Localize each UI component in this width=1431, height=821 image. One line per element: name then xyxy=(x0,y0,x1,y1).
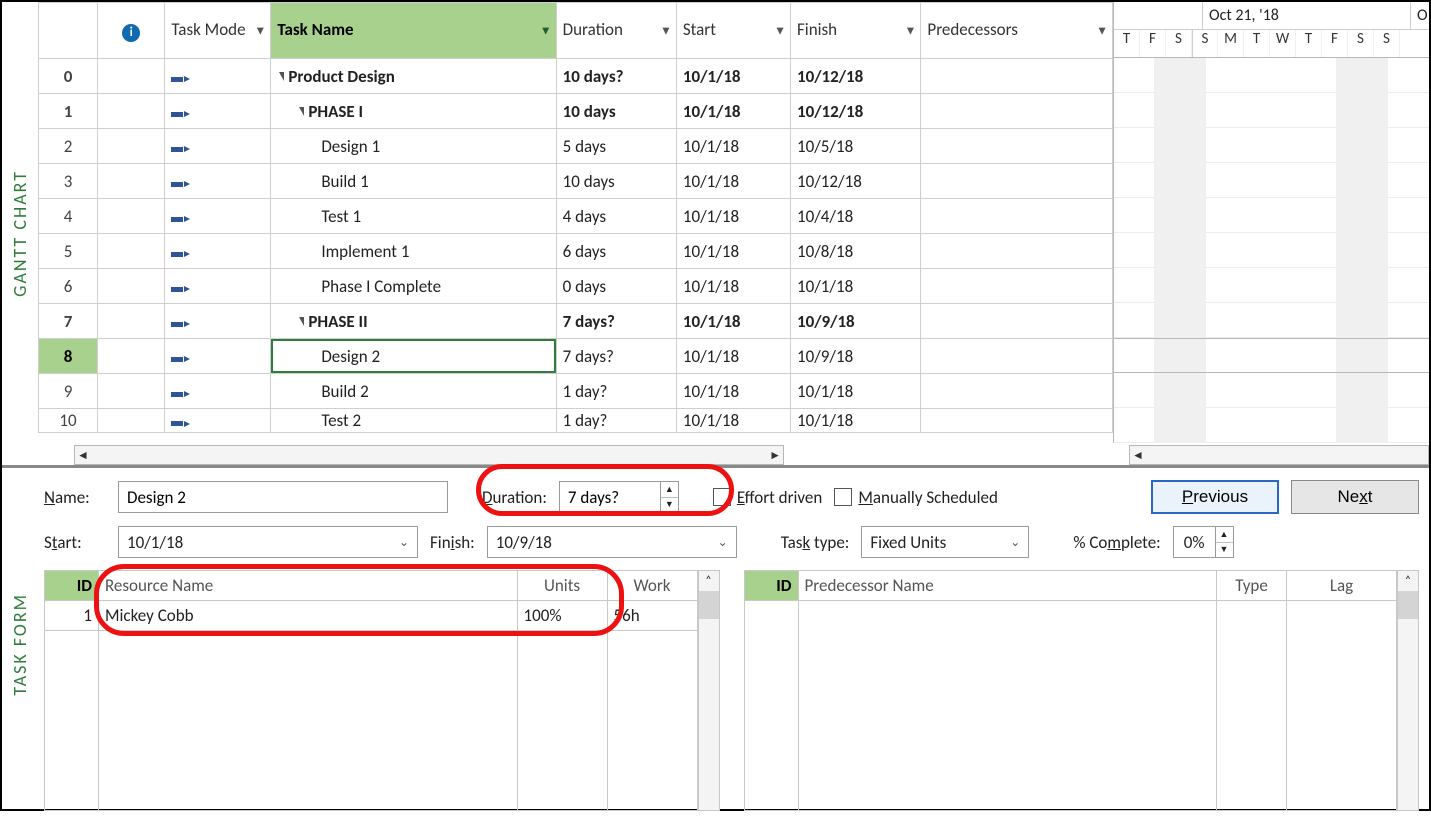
chevron-down-icon[interactable]: ⌄ xyxy=(718,535,728,550)
duration-input[interactable] xyxy=(560,487,660,508)
timeline-day: F xyxy=(1140,30,1166,57)
col-task-name[interactable]: Task Name ▼ xyxy=(271,3,556,59)
pred-col-id[interactable]: ID xyxy=(744,571,798,601)
chevron-down-icon[interactable]: ▼ xyxy=(774,23,786,38)
percent-complete-stepper[interactable]: 0% ▲ ▼ xyxy=(1173,526,1234,558)
table-row[interactable]: 2Design 15 days10/1/1810/5/18 xyxy=(39,129,1113,164)
table-row[interactable]: 9Build 21 day?10/1/1810/1/18 xyxy=(39,374,1113,409)
start-label: Start: xyxy=(44,532,106,553)
auto-schedule-icon xyxy=(171,111,190,117)
table-row[interactable]: 10Test 21 day?10/1/1810/1/18 xyxy=(39,409,1113,433)
table-row[interactable]: 0Product Design10 days?10/1/1810/12/18 xyxy=(39,59,1113,94)
resource-row[interactable]: 1 Mickey Cobb 100% 56h xyxy=(45,601,698,631)
table-row[interactable]: 3Build 110 days10/1/1810/12/18 xyxy=(39,164,1113,199)
timeline-day: S xyxy=(1348,30,1374,57)
res-col-name[interactable]: Resource Name xyxy=(99,571,518,601)
pred-col-type[interactable]: Type xyxy=(1217,571,1287,601)
resource-vscroll[interactable]: ˄ xyxy=(698,570,720,811)
predecessor-vscroll[interactable]: ˄ xyxy=(1397,570,1419,811)
chevron-down-icon[interactable]: ▼ xyxy=(905,23,917,38)
gantt-timeline[interactable]: Oct 21, '18 O TFSSMTWTFSS xyxy=(1113,2,1429,443)
chevron-down-icon[interactable]: ⌄ xyxy=(1010,535,1020,550)
col-duration[interactable]: Duration ▼ xyxy=(556,3,676,59)
timeline-day: T xyxy=(1114,30,1140,57)
task-form-pane-label: TASK FORM xyxy=(2,468,38,821)
name-label: Name: xyxy=(44,487,106,508)
table-row[interactable]: 1PHASE I10 days10/1/1810/12/18 xyxy=(39,94,1113,129)
chevron-down-icon[interactable]: ▼ xyxy=(660,23,672,38)
timeline-day: W xyxy=(1270,30,1296,57)
scroll-left-icon[interactable]: ◄ xyxy=(1132,448,1144,463)
timeline-hscroll[interactable]: ◄ xyxy=(1129,445,1429,465)
effort-driven-checkbox[interactable]: Effort driven xyxy=(713,487,822,508)
chevron-down-icon[interactable]: ⌄ xyxy=(399,535,409,550)
task-type-select[interactable]: Fixed Units ⌄ xyxy=(861,526,1029,558)
predecessor-table[interactable]: ID Predecessor Name Type Lag ˄ xyxy=(744,570,1420,811)
auto-schedule-icon xyxy=(171,76,190,82)
percent-complete-label: % Complete: xyxy=(1073,532,1160,553)
spin-up-icon[interactable]: ▲ xyxy=(661,482,678,498)
res-col-id[interactable]: ID xyxy=(45,571,99,601)
col-start[interactable]: Start ▼ xyxy=(676,3,790,59)
res-col-units[interactable]: Units xyxy=(517,571,607,601)
gantt-pane-label: GANTT CHART xyxy=(2,2,38,465)
table-row[interactable]: 5Implement 16 days10/1/1810/8/18 xyxy=(39,234,1113,269)
chevron-down-icon[interactable]: ▼ xyxy=(1096,23,1108,38)
auto-schedule-icon xyxy=(171,181,190,187)
pred-col-name[interactable]: Predecessor Name xyxy=(798,571,1217,601)
spin-up-icon[interactable]: ▲ xyxy=(1216,527,1233,543)
task-type-label: Task type: xyxy=(781,532,850,553)
timeline-day: F xyxy=(1322,30,1348,57)
col-rownum[interactable] xyxy=(39,3,98,59)
start-date-select[interactable]: 10/1/18 ⌄ xyxy=(118,526,418,558)
col-finish[interactable]: Finish ▼ xyxy=(790,3,920,59)
col-predecessors[interactable]: Predecessors ▼ xyxy=(921,3,1113,59)
auto-schedule-icon xyxy=(171,421,190,427)
manually-scheduled-checkbox[interactable]: Manually Scheduled xyxy=(834,487,998,508)
auto-schedule-icon xyxy=(171,286,190,292)
finish-label: Finish: xyxy=(430,532,475,553)
spin-down-icon[interactable]: ▼ xyxy=(1216,543,1233,558)
timeline-day: M xyxy=(1218,30,1244,57)
next-button[interactable]: Next xyxy=(1291,480,1419,514)
scroll-up-icon[interactable]: ˄ xyxy=(1398,571,1418,591)
table-row[interactable]: 4Test 14 days10/1/1810/4/18 xyxy=(39,199,1113,234)
scroll-right-icon[interactable]: ► xyxy=(769,448,781,463)
name-input[interactable] xyxy=(118,481,448,513)
duration-label: Duration: xyxy=(482,487,547,508)
previous-button[interactable]: Previous xyxy=(1151,480,1279,514)
timeline-day: T xyxy=(1296,30,1322,57)
auto-schedule-icon xyxy=(171,321,190,327)
duration-stepper[interactable]: ▲ ▼ xyxy=(559,481,679,513)
res-col-work[interactable]: Work xyxy=(607,571,697,601)
table-row[interactable]: 7PHASE II7 days?10/1/1810/9/18 xyxy=(39,304,1113,339)
auto-schedule-icon xyxy=(171,146,190,152)
spin-down-icon[interactable]: ▼ xyxy=(661,498,678,513)
timeline-day: S xyxy=(1374,30,1400,57)
col-task-mode[interactable]: Task Mode ▼ xyxy=(165,3,271,59)
timeline-day: T xyxy=(1244,30,1270,57)
finish-date-select[interactable]: 10/9/18 ⌄ xyxy=(487,526,737,558)
auto-schedule-icon xyxy=(171,356,190,362)
info-icon: i xyxy=(122,24,140,42)
table-row[interactable]: 8Design 27 days?10/1/1810/9/18 xyxy=(39,339,1113,374)
chevron-down-icon[interactable]: ▼ xyxy=(540,23,552,38)
scroll-left-icon[interactable]: ◄ xyxy=(77,448,89,463)
col-info[interactable]: i xyxy=(98,3,165,59)
auto-schedule-icon xyxy=(171,251,190,257)
scroll-up-icon[interactable]: ˄ xyxy=(699,571,719,591)
timeline-week-label: Oct 21, '18 xyxy=(1203,2,1411,29)
task-table-hscroll[interactable]: ◄ ► xyxy=(74,445,784,465)
timeline-day: S xyxy=(1192,30,1218,57)
timeline-day: S xyxy=(1166,30,1192,57)
resource-table[interactable]: ID Resource Name Units Work 1 Mickey Cob… xyxy=(44,570,720,811)
task-table[interactable]: i Task Mode ▼ Task Name ▼ xyxy=(38,2,1113,433)
table-row[interactable]: 6Phase I Complete0 days10/1/1810/1/18 xyxy=(39,269,1113,304)
timeline-next-week: O xyxy=(1411,2,1428,29)
pred-col-lag[interactable]: Lag xyxy=(1287,571,1397,601)
auto-schedule-icon xyxy=(171,391,190,397)
auto-schedule-icon xyxy=(171,216,190,222)
chevron-down-icon[interactable]: ▼ xyxy=(254,23,266,38)
